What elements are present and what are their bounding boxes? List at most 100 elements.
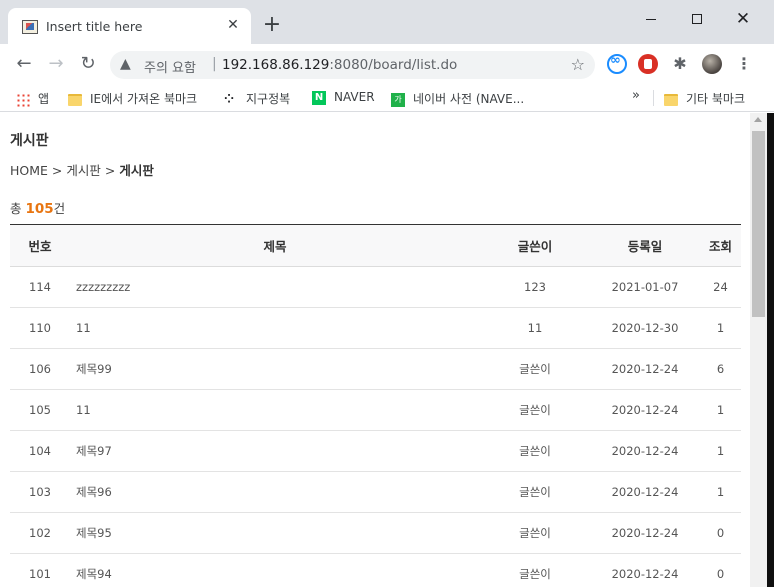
window-close-button[interactable]: ✕ xyxy=(720,8,766,30)
table-row[interactable]: 104 제목97 글쓴이 2020-12-24 1 xyxy=(10,430,741,472)
table-header-row: 번호 제목 글쓴이 등록일 조회 xyxy=(10,224,741,267)
total-suffix: 건 xyxy=(53,201,66,216)
cell-no: 105 xyxy=(10,389,70,431)
cell-views: 1 xyxy=(700,471,741,513)
browser-tab[interactable]: Insert title here ✕ xyxy=(8,8,251,44)
extension-infinity-icon[interactable] xyxy=(607,53,627,74)
back-button[interactable]: ← xyxy=(12,52,36,76)
cell-writer: 글쓴이 xyxy=(480,471,590,513)
cell-subject-link[interactable]: 제목94 xyxy=(70,553,480,587)
total-number: 105 xyxy=(25,201,54,217)
bookmark-other-folder[interactable]: 기타 북마크 xyxy=(664,90,745,107)
folder-icon xyxy=(68,93,82,106)
breadcrumb-board[interactable]: 게시판 xyxy=(66,163,101,178)
cell-subject-link[interactable]: 제목96 xyxy=(70,471,480,513)
ka-icon: 가 xyxy=(391,92,405,107)
breadcrumb-separator: > xyxy=(104,163,116,178)
bookmark-naver[interactable]: N NAVER xyxy=(312,90,375,105)
bookmark-jigu[interactable]: ⁘ 지구정복 xyxy=(224,90,290,107)
table-row[interactable]: 110 11 11 2020-12-30 1 xyxy=(10,307,741,349)
bookmark-apps[interactable]: 앱 xyxy=(16,90,49,107)
table-row[interactable]: 102 제목95 글쓴이 2020-12-24 0 xyxy=(10,512,741,554)
extension-adblock-icon[interactable] xyxy=(638,54,658,74)
total-prefix: 총 xyxy=(10,201,26,216)
bookmark-naver-dict[interactable]: 가 네이버 사전 (NAVE... xyxy=(391,90,524,107)
bookmark-label: 지구정복 xyxy=(246,92,291,106)
url-text[interactable]: 192.168.86.129:8080/board/list.do xyxy=(222,57,457,73)
total-count: 총 105건 xyxy=(10,198,65,217)
reload-button[interactable]: ↻ xyxy=(76,52,100,76)
breadcrumb-home[interactable]: HOME xyxy=(10,163,48,178)
page-viewport: 게시판 HOME > 게시판 > 게시판 총 105건 번호 제목 글쓴이 등록… xyxy=(0,113,750,587)
cell-no: 103 xyxy=(10,471,70,513)
header-writer: 글쓴이 xyxy=(480,224,590,267)
cell-date: 2020-12-24 xyxy=(590,389,700,431)
table-row[interactable]: 106 제목99 글쓴이 2020-12-24 6 xyxy=(10,348,741,390)
cell-subject-link[interactable]: zzzzzzzzz xyxy=(70,266,480,308)
bookmarks-divider xyxy=(653,90,654,106)
bookmark-label: 네이버 사전 (NAVE... xyxy=(413,92,525,106)
cell-views: 0 xyxy=(700,512,741,554)
cell-no: 106 xyxy=(10,348,70,390)
bookmark-star-icon[interactable]: ☆ xyxy=(571,55,585,74)
page-title: 게시판 xyxy=(10,133,49,149)
cell-views: 24 xyxy=(700,266,741,308)
warning-icon[interactable]: ▲ xyxy=(120,56,131,72)
cell-date: 2021-01-07 xyxy=(590,266,700,308)
security-status[interactable]: 주의 요함 xyxy=(144,57,196,76)
new-tab-button[interactable]: + xyxy=(262,14,282,36)
cell-no: 110 xyxy=(10,307,70,349)
forward-button[interactable]: → xyxy=(44,52,68,76)
cell-writer: 글쓴이 xyxy=(480,348,590,390)
bookmark-label: 앱 xyxy=(38,92,50,106)
scrollbar-thumb[interactable] xyxy=(752,131,765,317)
folder-icon xyxy=(664,93,678,106)
cell-date: 2020-12-24 xyxy=(590,512,700,554)
page-favicon-icon xyxy=(22,20,38,34)
table-row[interactable]: 101 제목94 글쓴이 2020-12-24 0 xyxy=(10,553,741,587)
header-subject: 제목 xyxy=(70,224,480,267)
url-path: :8080/board/list.do xyxy=(329,57,458,73)
maximize-icon xyxy=(692,14,702,24)
window-minimize-button[interactable] xyxy=(628,8,674,30)
cell-no: 101 xyxy=(10,553,70,587)
address-separator: | xyxy=(212,56,217,72)
bookmark-label: NAVER xyxy=(334,90,375,104)
cell-views: 1 xyxy=(700,430,741,472)
page-scrollbar[interactable] xyxy=(750,113,767,587)
cell-no: 104 xyxy=(10,430,70,472)
cell-subject-link[interactable]: 11 xyxy=(70,389,480,431)
cell-subject-link[interactable]: 제목99 xyxy=(70,348,480,390)
table-row[interactable]: 105 11 글쓴이 2020-12-24 1 xyxy=(10,389,741,431)
browser-menu-icon[interactable]: ⋮ xyxy=(734,54,754,74)
cell-subject-link[interactable]: 제목95 xyxy=(70,512,480,554)
header-no: 번호 xyxy=(10,224,70,267)
cell-subject-link[interactable]: 제목97 xyxy=(70,430,480,472)
bookmarks-overflow-button[interactable]: » xyxy=(632,88,640,103)
bookmark-ie-folder[interactable]: IE에서 가져온 북마크 xyxy=(68,90,197,107)
scroll-up-arrow-icon[interactable] xyxy=(754,117,762,122)
dots-icon: ⁘ xyxy=(224,91,235,106)
cell-date: 2020-12-24 xyxy=(590,348,700,390)
cell-writer: 글쓴이 xyxy=(480,389,590,431)
profile-avatar[interactable] xyxy=(702,54,722,74)
board-table: 번호 제목 글쓴이 등록일 조회 114 zzzzzzzzz 123 2021-01-… xyxy=(10,224,741,587)
cell-no: 114 xyxy=(10,266,70,308)
cell-views: 0 xyxy=(700,553,741,587)
cell-writer: 123 xyxy=(480,266,590,308)
table-row[interactable]: 114 zzzzzzzzz 123 2021-01-07 24 xyxy=(10,266,741,308)
address-bar[interactable]: ▲ 주의 요함 | 192.168.86.129:8080/board/list… xyxy=(110,51,595,79)
extensions-puzzle-icon[interactable]: ✱ xyxy=(670,54,690,74)
window-maximize-button[interactable] xyxy=(674,8,720,30)
breadcrumb-current: 게시판 xyxy=(119,163,154,178)
breadcrumb: HOME > 게시판 > 게시판 xyxy=(10,160,154,179)
cell-subject-link[interactable]: 11 xyxy=(70,307,480,349)
apps-grid-icon xyxy=(16,92,30,107)
table-row[interactable]: 103 제목96 글쓴이 2020-12-24 1 xyxy=(10,471,741,513)
header-views: 조회 xyxy=(700,224,741,267)
breadcrumb-separator: > xyxy=(51,163,63,178)
cell-date: 2020-12-24 xyxy=(590,553,700,587)
cell-date: 2020-12-30 xyxy=(590,307,700,349)
tab-close-icon[interactable]: ✕ xyxy=(225,17,241,33)
desktop-edge xyxy=(767,113,774,587)
